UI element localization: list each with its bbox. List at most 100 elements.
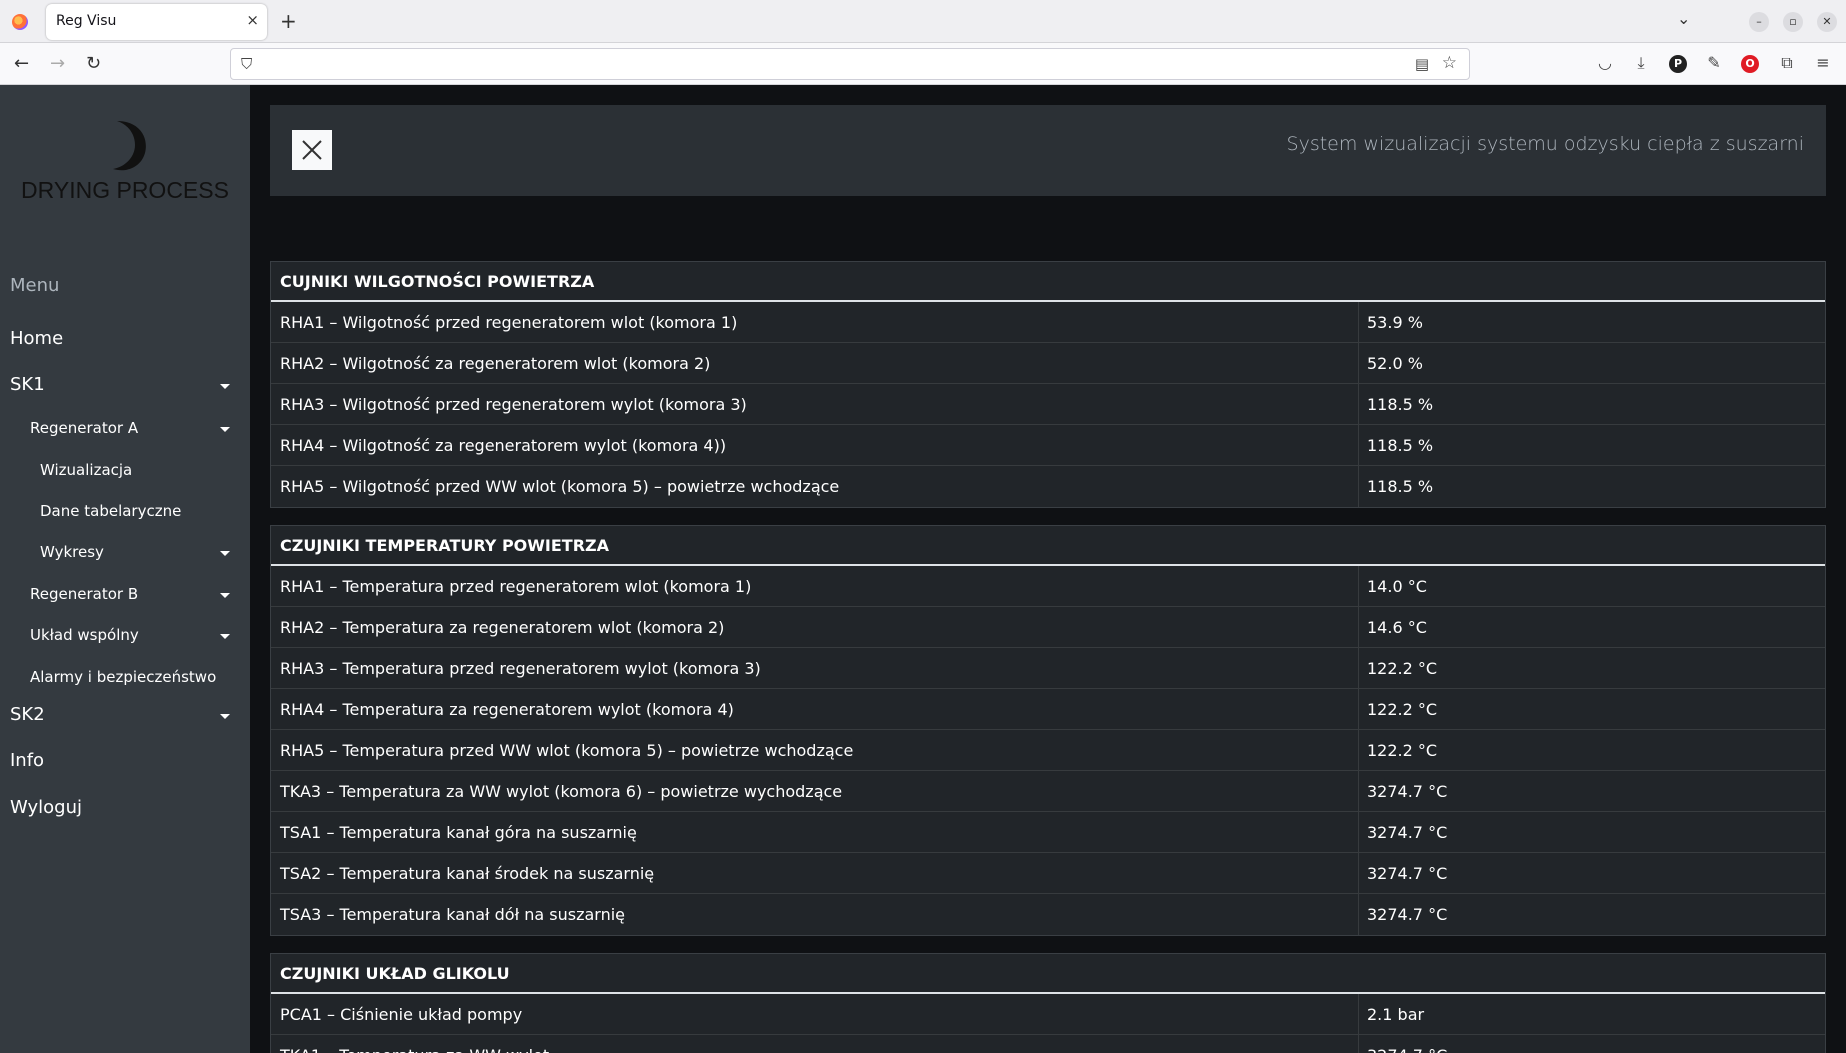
table-title: CZUJNIKI UKŁAD GLIKOLU <box>271 954 1825 994</box>
logo[interactable]: DRYING PROCESS <box>0 115 250 204</box>
sidebar-item-regenerator-b[interactable]: Regenerator B <box>0 585 250 607</box>
sidebar-item-info[interactable]: Info <box>0 750 250 776</box>
logo-text: DRYING PROCESS <box>21 177 229 203</box>
caret-down-icon <box>220 634 230 639</box>
sidebar-item-label: Regenerator B <box>30 585 139 603</box>
table-title: CZUJNIKI TEMPERATURY POWIETRZA <box>271 526 1825 566</box>
opera-extension-icon[interactable]: O <box>1741 55 1759 73</box>
table-row: RHA1 – Temperatura przed regeneratorem w… <box>271 566 1825 607</box>
sensor-name: TSA3 – Temperatura kanał dół na suszarni… <box>271 894 1359 935</box>
tab-close-icon[interactable]: × <box>246 11 259 29</box>
caret-down-icon <box>220 593 230 598</box>
sensor-value: 14.0 °C <box>1367 577 1427 596</box>
sidebar-item-regenerator-a[interactable]: Regenerator A <box>0 419 250 441</box>
temperature-sensors-table: CZUJNIKI TEMPERATURY POWIETRZA RHA1 – Te… <box>270 525 1826 936</box>
caret-down-icon <box>220 384 230 389</box>
sensor-name: RHA4 – Temperatura za regeneratorem wylo… <box>271 689 1359 729</box>
back-arrow-icon[interactable]: ← <box>14 53 29 74</box>
main-content: System wizualizacji systemu odzysku ciep… <box>250 85 1846 1053</box>
sensor-value: 3274.7 °C <box>1367 864 1448 883</box>
hamburger-menu-icon[interactable]: ≡ <box>1813 53 1833 72</box>
table-row: RHA2 – Wilgotność za regeneratorem wlot … <box>271 343 1825 384</box>
tab-title: Reg Visu <box>56 13 117 29</box>
sidebar-item-label: Wykresy <box>40 543 104 561</box>
sidebar-item-wykresy[interactable]: Wykresy <box>0 543 250 565</box>
sidebar-item-alarmy[interactable]: Alarmy i bezpieczeństwo <box>0 668 250 690</box>
browser-tab-bar: Reg Visu × + ⌄ – ▫ ✕ <box>0 0 1846 43</box>
sensor-value: 122.2 °C <box>1367 741 1438 760</box>
close-window-icon[interactable]: ✕ <box>1817 12 1837 32</box>
sidebar-item-home[interactable]: Home <box>0 328 250 354</box>
sensor-value: 3274.7 °C <box>1367 905 1448 924</box>
new-tab-button[interactable]: + <box>280 9 297 33</box>
eyedropper-icon[interactable]: ✎ <box>1704 53 1724 72</box>
shield-icon[interactable]: ⛉ <box>241 55 252 73</box>
page-header: System wizualizacji systemu odzysku ciep… <box>270 105 1826 196</box>
table-row: RHA3 – Temperatura przed regeneratorem w… <box>271 648 1825 689</box>
minimize-icon[interactable]: – <box>1749 12 1769 32</box>
table-row: RHA5 – Wilgotność przed WW wlot (komora … <box>271 466 1825 507</box>
sensor-name: RHA1 – Temperatura przed regeneratorem w… <box>271 566 1359 606</box>
sensor-name: RHA2 – Wilgotność za regeneratorem wlot … <box>271 343 1359 383</box>
sidebar-item-label: Dane tabelaryczne <box>40 502 182 520</box>
sensor-value: 3274.7 °C <box>1367 823 1448 842</box>
sensor-value: 52.0 % <box>1367 354 1423 373</box>
table-row: TSA1 – Temperatura kanał góra na suszarn… <box>271 812 1825 853</box>
sidebar-item-uklad-wspolny[interactable]: Układ wspólny <box>0 626 250 648</box>
sensor-value: 3274.7 °C <box>1367 782 1448 801</box>
url-bar[interactable]: ⛉ ▤ ☆ <box>230 48 1470 80</box>
sensor-name: TKA3 – Temperatura za WW wylot (komora 6… <box>271 771 1359 811</box>
browser-tab[interactable]: Reg Visu × <box>46 4 267 40</box>
restore-icon[interactable]: ▫ <box>1783 12 1803 32</box>
glycol-sensors-table: CZUJNIKI UKŁAD GLIKOLU PCA1 – Ciśnienie … <box>270 953 1826 1053</box>
tab-list-chevron-icon[interactable]: ⌄ <box>1677 9 1690 28</box>
crescent-moon-icon <box>113 121 146 171</box>
sensor-value: 122.2 °C <box>1367 700 1438 719</box>
sidebar-item-sk1[interactable]: SK1 <box>0 374 250 400</box>
caret-down-icon <box>220 427 230 432</box>
sidebar-item-label: Regenerator A <box>30 419 139 437</box>
table-row: RHA1 – Wilgotność przed regeneratorem wl… <box>271 302 1825 343</box>
caret-down-icon <box>220 714 230 719</box>
sidebar-item-wyloguj[interactable]: Wyloguj <box>0 797 250 823</box>
sensor-value: 14.6 °C <box>1367 618 1427 637</box>
table-row: TKA1 – Temperatura za WW wylot3274.7 °C <box>271 1035 1825 1053</box>
sidebar-item-label: Alarmy i bezpieczeństwo <box>30 668 217 686</box>
pocket-icon[interactable]: ◡ <box>1595 53 1615 72</box>
sidebar-item-wizualizacja[interactable]: Wizualizacja <box>0 461 250 483</box>
sensor-value: 53.9 % <box>1367 313 1423 332</box>
sensor-name: RHA4 – Wilgotność za regeneratorem wylot… <box>271 425 1359 465</box>
sensor-name: RHA3 – Wilgotność przed regeneratorem wy… <box>271 384 1359 424</box>
table-row: RHA4 – Temperatura za regeneratorem wylo… <box>271 689 1825 730</box>
humidity-sensors-table: CUJNIKI WILGOTNOŚCI POWIETRZA RHA1 – Wil… <box>270 261 1826 508</box>
sensor-name: TSA1 – Temperatura kanał góra na suszarn… <box>271 812 1359 852</box>
extensions-puzzle-icon[interactable]: ⧉ <box>1777 53 1797 73</box>
extension-p-icon[interactable]: P <box>1669 55 1687 73</box>
sidebar-item-label: Info <box>10 750 45 771</box>
table-row: PCA1 – Ciśnienie układ pompy 2.1 bar <box>271 994 1825 1035</box>
sidebar-item-dane-tabelaryczne[interactable]: Dane tabelaryczne <box>0 502 250 524</box>
table-row: RHA2 – Temperatura za regeneratorem wlot… <box>271 607 1825 648</box>
close-sidebar-button[interactable] <box>292 130 332 170</box>
sensor-value: 2.1 bar <box>1367 1005 1425 1024</box>
table-row: RHA3 – Wilgotność przed regeneratorem wy… <box>271 384 1825 425</box>
sensor-value: 122.2 °C <box>1367 659 1438 678</box>
sensor-name: PCA1 – Ciśnienie układ pompy <box>271 994 1359 1034</box>
sensor-value: 118.5 % <box>1367 436 1434 455</box>
sidebar-item-sk2[interactable]: SK2 <box>0 704 250 730</box>
table-title: CUJNIKI WILGOTNOŚCI POWIETRZA <box>271 262 1825 302</box>
sidebar-item-label: Wizualizacja <box>40 461 133 479</box>
forward-arrow-icon[interactable]: → <box>50 53 65 74</box>
bookmark-star-icon[interactable]: ☆ <box>1442 53 1457 73</box>
reload-icon[interactable]: ↻ <box>86 53 101 74</box>
table-row: TKA3 – Temperatura za WW wylot (komora 6… <box>271 771 1825 812</box>
sensor-name: RHA3 – Temperatura przed regeneratorem w… <box>271 648 1359 688</box>
sidebar-item-label: Home <box>10 328 64 349</box>
reader-view-icon[interactable]: ▤ <box>1415 55 1429 73</box>
sensor-name: TKA1 – Temperatura za WW wylot <box>271 1035 1359 1053</box>
menu-label: Menu <box>10 275 60 296</box>
sidebar-item-label: Układ wspólny <box>30 626 139 644</box>
sidebar-item-label: SK1 <box>10 374 45 395</box>
download-icon[interactable]: ⤓ <box>1631 53 1651 73</box>
sensor-value: 3274.7 °C <box>1359 1035 1825 1053</box>
